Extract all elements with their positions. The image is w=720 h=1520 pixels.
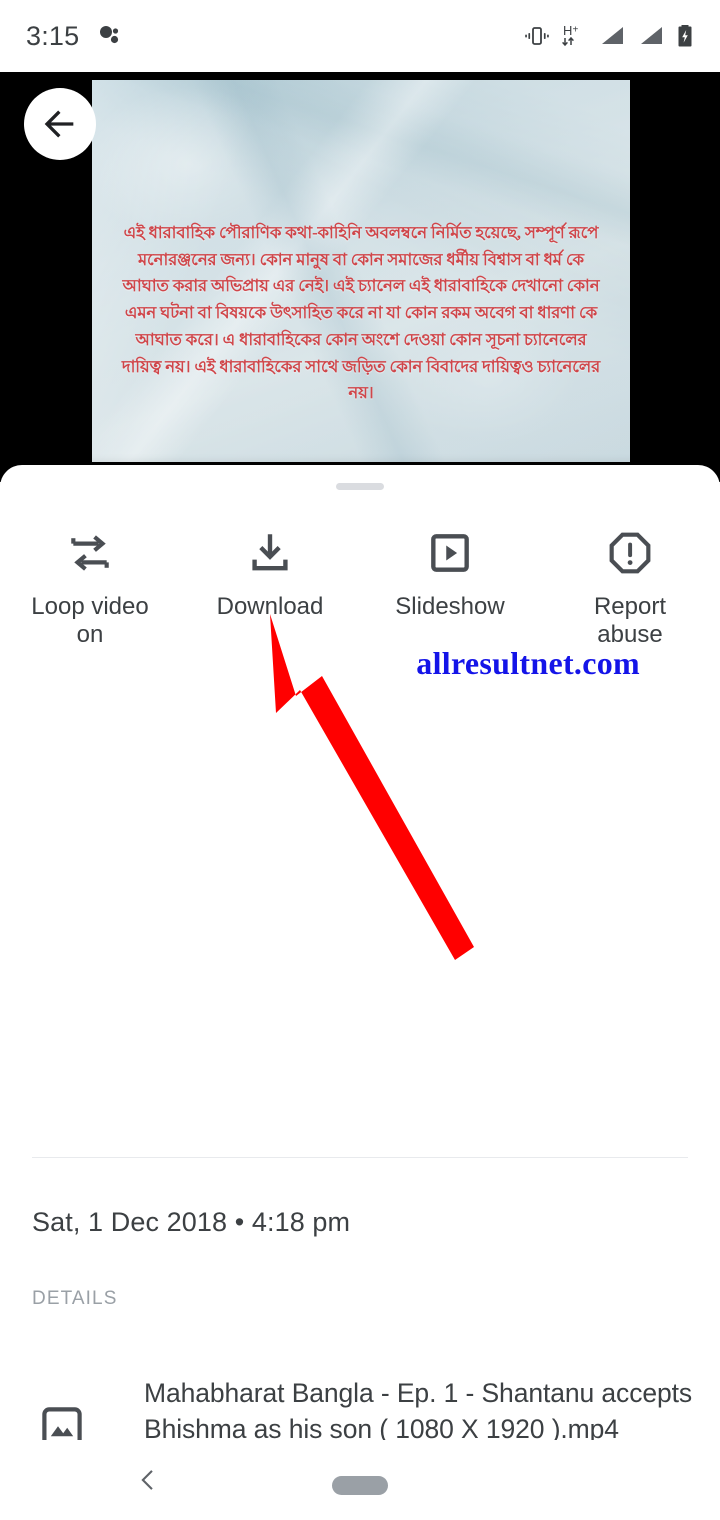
details-bottom-sheet: Loop video on Download Slideshow Report … — [0, 465, 720, 1484]
network-type-hplus-icon: H + — [562, 23, 579, 47]
action-label-loop-video: Loop video on — [31, 593, 149, 649]
action-download[interactable]: Download — [180, 513, 360, 650]
action-label-download: Download — [216, 593, 324, 620]
signal-bar-icon — [641, 27, 662, 44]
action-label-report-abuse: Report abuse — [593, 593, 667, 649]
site-watermark: allresultnet.com — [416, 645, 640, 681]
status-bar-left: 3:15 — [26, 21, 123, 52]
details-section-header: DETAILS — [32, 1288, 118, 1309]
download-icon — [245, 527, 295, 579]
nav-back-chevron-icon — [141, 1470, 153, 1490]
system-nav-bar — [0, 1440, 720, 1520]
action-label-slideshow: Slideshow — [395, 593, 505, 620]
action-slideshow[interactable]: Slideshow — [360, 513, 540, 650]
status-bar: 3:15 H + — [0, 0, 720, 72]
action-report-abuse[interactable]: Report abuse — [540, 513, 720, 650]
action-row: Loop video on Download Slideshow Report … — [0, 513, 720, 650]
nav-back-button[interactable] — [134, 1466, 162, 1499]
video-disclaimer-text: এই ধারাবাহিক পৌরাণিক কথা-কাহিনি অবলম্বনে… — [121, 223, 601, 403]
status-bar-right: H + — [524, 23, 694, 49]
status-clock: 3:15 — [26, 20, 80, 51]
slideshow-icon — [425, 527, 475, 579]
drag-handle[interactable] — [336, 483, 384, 490]
file-name: Mahabharat Bangla - Ep. 1 - Shantanu acc… — [144, 1378, 693, 1445]
video-frame[interactable]: এই ধারাবাহিক পৌরাণিক কথা-কাহিনি অবলম্বনে… — [92, 80, 630, 462]
action-loop-video[interactable]: Loop video on — [0, 513, 180, 650]
vibrate-icon — [525, 27, 549, 45]
signal-bar-icon — [602, 27, 623, 44]
back-arrow-icon — [44, 110, 74, 138]
svg-text:H: H — [563, 23, 572, 38]
dots-notification-icon — [100, 26, 119, 44]
svg-text:+: + — [573, 25, 579, 36]
capture-date: Sat, 1 Dec 2018 • 4:18 pm — [32, 1207, 351, 1237]
video-viewer[interactable]: এই ধারাবাহিক পৌরাণিক কথা-কাহিনি অবলম্বনে… — [0, 72, 720, 482]
loop-icon — [65, 527, 115, 579]
report-abuse-icon — [605, 527, 655, 579]
battery-charging-icon — [678, 25, 692, 47]
section-divider — [32, 1157, 688, 1158]
nav-home-pill[interactable] — [332, 1476, 388, 1495]
back-button[interactable] — [24, 88, 96, 160]
